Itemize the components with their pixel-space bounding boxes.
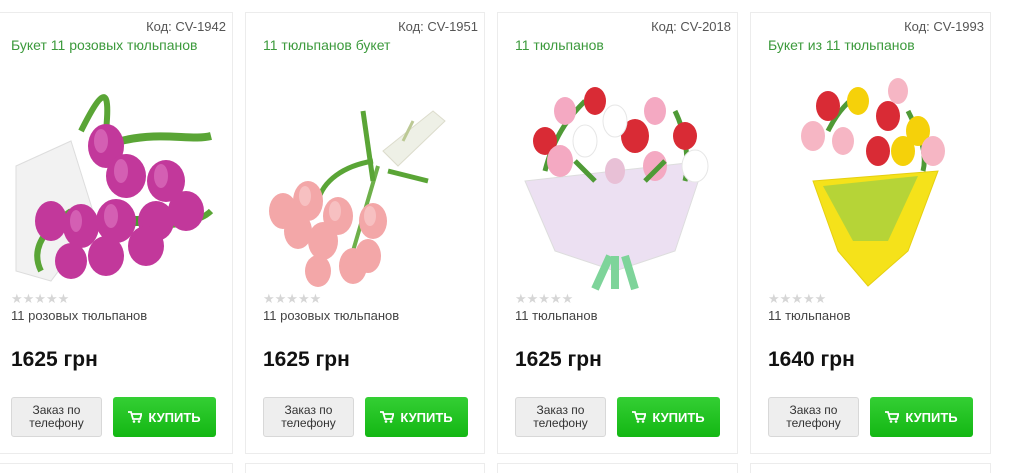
order-by-phone-button[interactable]: Заказ по телефону xyxy=(263,397,354,437)
product-card-partial xyxy=(0,463,233,473)
rating-stars[interactable]: ★★★★★ xyxy=(515,291,573,307)
order-by-phone-button[interactable]: Заказ по телефону xyxy=(768,397,859,437)
cart-icon xyxy=(885,411,900,423)
product-subtitle: 11 розовых тюльпанов xyxy=(11,308,148,323)
buy-button[interactable]: КУПИТЬ xyxy=(113,397,216,437)
product-image[interactable] xyxy=(515,71,720,291)
product-subtitle: 11 тюльпанов xyxy=(768,308,851,323)
product-code: Код: CV-2018 xyxy=(651,19,731,34)
buy-button-label: КУПИТЬ xyxy=(652,409,705,425)
product-title-link[interactable]: 11 тюльпанов букет xyxy=(263,37,390,53)
rating-stars[interactable]: ★★★★★ xyxy=(11,291,69,307)
buy-button[interactable]: КУПИТЬ xyxy=(365,397,468,437)
order-by-phone-button[interactable]: Заказ по телефону xyxy=(515,397,606,437)
product-code: Код: CV-1942 xyxy=(146,19,226,34)
product-code: Код: CV-1993 xyxy=(904,19,984,34)
product-card-partial xyxy=(245,463,485,473)
product-title-link[interactable]: Букет 11 розовых тюльпанов xyxy=(11,37,197,53)
cart-icon xyxy=(380,411,395,423)
mixed-tulips-yellow-wrap-image xyxy=(801,78,945,287)
rating-stars[interactable]: ★★★★★ xyxy=(263,291,321,307)
product-subtitle: 11 тюльпанов xyxy=(515,308,598,323)
product-price: 1640 грн xyxy=(768,348,855,371)
buy-button-label: КУПИТЬ xyxy=(400,409,453,425)
buy-button[interactable]: КУПИТЬ xyxy=(617,397,720,437)
mixed-tulips-white-wrap-image xyxy=(524,87,709,291)
product-card: Код: CV-1951 11 тюльпанов букет ★★★★★ 11… xyxy=(245,12,485,454)
buy-button-label: КУПИТЬ xyxy=(148,409,201,425)
cart-icon xyxy=(128,411,143,423)
light-pink-tulips-bouquet-image xyxy=(269,110,446,287)
pink-tulips-bouquet-image xyxy=(15,94,214,282)
cart-icon xyxy=(632,411,647,423)
product-price: 1625 грн xyxy=(263,348,350,371)
product-image[interactable] xyxy=(768,71,973,291)
product-card-partial xyxy=(750,463,991,473)
product-card: Код: CV-1993 Букет из 11 тюльпанов ★★★★★… xyxy=(750,12,991,454)
product-image[interactable] xyxy=(263,71,468,291)
product-card: Код: CV-1942 Букет 11 розовых тюльпанов xyxy=(0,12,233,454)
product-grid: Код: CV-1942 Букет 11 розовых тюльпанов xyxy=(0,0,1024,473)
buy-button[interactable]: КУПИТЬ xyxy=(870,397,973,437)
product-card-partial xyxy=(497,463,738,473)
product-subtitle: 11 розовых тюльпанов xyxy=(263,308,400,323)
rating-stars[interactable]: ★★★★★ xyxy=(768,291,826,307)
product-price: 1625 грн xyxy=(11,348,98,371)
product-price: 1625 грн xyxy=(515,348,602,371)
product-code: Код: CV-1951 xyxy=(398,19,478,34)
order-by-phone-button[interactable]: Заказ по телефону xyxy=(11,397,102,437)
product-card: Код: CV-2018 11 тюльпанов ★★★★★ 11 тюльп… xyxy=(497,12,738,454)
product-title-link[interactable]: Букет из 11 тюльпанов xyxy=(768,37,915,53)
product-title-link[interactable]: 11 тюльпанов xyxy=(515,37,604,53)
buy-button-label: КУПИТЬ xyxy=(905,409,958,425)
product-image[interactable] xyxy=(11,71,216,291)
